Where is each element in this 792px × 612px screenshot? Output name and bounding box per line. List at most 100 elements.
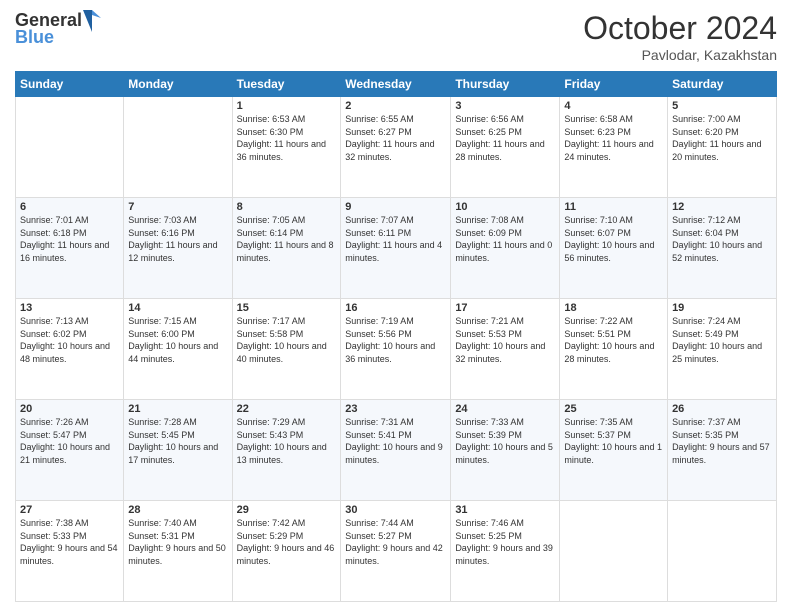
day-number: 23 [345, 403, 446, 415]
calendar-cell: 5Sunrise: 7:00 AMSunset: 6:20 PMDaylight… [668, 97, 777, 198]
calendar-week-row: 6Sunrise: 7:01 AMSunset: 6:18 PMDaylight… [16, 198, 777, 299]
day-number: 21 [128, 403, 227, 415]
calendar-cell: 21Sunrise: 7:28 AMSunset: 5:45 PMDayligh… [124, 400, 232, 501]
calendar-cell: 14Sunrise: 7:15 AMSunset: 6:00 PMDayligh… [124, 299, 232, 400]
day-info: Sunrise: 7:07 AMSunset: 6:11 PMDaylight:… [345, 214, 446, 264]
calendar-cell [16, 97, 124, 198]
weekday-header-friday: Friday [560, 72, 668, 97]
day-number: 4 [564, 100, 663, 112]
day-info: Sunrise: 7:26 AMSunset: 5:47 PMDaylight:… [20, 416, 119, 466]
calendar-week-row: 13Sunrise: 7:13 AMSunset: 6:02 PMDayligh… [16, 299, 777, 400]
day-number: 16 [345, 302, 446, 314]
day-number: 27 [20, 504, 119, 516]
calendar-cell [560, 501, 668, 602]
day-number: 2 [345, 100, 446, 112]
weekday-header-thursday: Thursday [451, 72, 560, 97]
day-info: Sunrise: 7:00 AMSunset: 6:20 PMDaylight:… [672, 113, 772, 163]
calendar-week-row: 20Sunrise: 7:26 AMSunset: 5:47 PMDayligh… [16, 400, 777, 501]
logo-blue: Blue [15, 28, 101, 48]
day-info: Sunrise: 7:15 AMSunset: 6:00 PMDaylight:… [128, 315, 227, 365]
calendar-cell: 27Sunrise: 7:38 AMSunset: 5:33 PMDayligh… [16, 501, 124, 602]
day-number: 3 [455, 100, 555, 112]
day-number: 18 [564, 302, 663, 314]
calendar-cell: 26Sunrise: 7:37 AMSunset: 5:35 PMDayligh… [668, 400, 777, 501]
day-info: Sunrise: 7:31 AMSunset: 5:41 PMDaylight:… [345, 416, 446, 466]
calendar-cell: 20Sunrise: 7:26 AMSunset: 5:47 PMDayligh… [16, 400, 124, 501]
calendar-cell: 2Sunrise: 6:55 AMSunset: 6:27 PMDaylight… [341, 97, 451, 198]
day-info: Sunrise: 7:10 AMSunset: 6:07 PMDaylight:… [564, 214, 663, 264]
logo: General Blue [15, 10, 101, 48]
calendar-cell: 7Sunrise: 7:03 AMSunset: 6:16 PMDaylight… [124, 198, 232, 299]
calendar-cell: 6Sunrise: 7:01 AMSunset: 6:18 PMDaylight… [16, 198, 124, 299]
calendar-cell: 28Sunrise: 7:40 AMSunset: 5:31 PMDayligh… [124, 501, 232, 602]
calendar-cell: 16Sunrise: 7:19 AMSunset: 5:56 PMDayligh… [341, 299, 451, 400]
day-info: Sunrise: 6:56 AMSunset: 6:25 PMDaylight:… [455, 113, 555, 163]
calendar-cell [124, 97, 232, 198]
month-title: October 2024 [583, 10, 777, 47]
calendar-cell: 12Sunrise: 7:12 AMSunset: 6:04 PMDayligh… [668, 198, 777, 299]
calendar-cell: 29Sunrise: 7:42 AMSunset: 5:29 PMDayligh… [232, 501, 341, 602]
calendar-cell: 4Sunrise: 6:58 AMSunset: 6:23 PMDaylight… [560, 97, 668, 198]
day-number: 13 [20, 302, 119, 314]
location: Pavlodar, Kazakhstan [583, 47, 777, 63]
day-number: 15 [237, 302, 337, 314]
day-info: Sunrise: 7:28 AMSunset: 5:45 PMDaylight:… [128, 416, 227, 466]
day-number: 31 [455, 504, 555, 516]
day-number: 10 [455, 201, 555, 213]
calendar-cell: 30Sunrise: 7:44 AMSunset: 5:27 PMDayligh… [341, 501, 451, 602]
day-number: 24 [455, 403, 555, 415]
day-number: 5 [672, 100, 772, 112]
weekday-header-monday: Monday [124, 72, 232, 97]
calendar-cell: 8Sunrise: 7:05 AMSunset: 6:14 PMDaylight… [232, 198, 341, 299]
day-info: Sunrise: 6:58 AMSunset: 6:23 PMDaylight:… [564, 113, 663, 163]
day-info: Sunrise: 7:01 AMSunset: 6:18 PMDaylight:… [20, 214, 119, 264]
weekday-header-wednesday: Wednesday [341, 72, 451, 97]
calendar-cell: 24Sunrise: 7:33 AMSunset: 5:39 PMDayligh… [451, 400, 560, 501]
weekday-header-sunday: Sunday [16, 72, 124, 97]
day-info: Sunrise: 7:08 AMSunset: 6:09 PMDaylight:… [455, 214, 555, 264]
day-info: Sunrise: 7:05 AMSunset: 6:14 PMDaylight:… [237, 214, 337, 264]
day-info: Sunrise: 7:38 AMSunset: 5:33 PMDaylight:… [20, 517, 119, 567]
day-number: 28 [128, 504, 227, 516]
day-info: Sunrise: 7:12 AMSunset: 6:04 PMDaylight:… [672, 214, 772, 264]
calendar-cell: 31Sunrise: 7:46 AMSunset: 5:25 PMDayligh… [451, 501, 560, 602]
day-number: 29 [237, 504, 337, 516]
page: General Blue October 2024 Pavlodar, Kaza… [0, 0, 792, 612]
calendar-cell: 23Sunrise: 7:31 AMSunset: 5:41 PMDayligh… [341, 400, 451, 501]
day-number: 22 [237, 403, 337, 415]
day-info: Sunrise: 7:46 AMSunset: 5:25 PMDaylight:… [455, 517, 555, 567]
day-number: 8 [237, 201, 337, 213]
calendar-cell: 22Sunrise: 7:29 AMSunset: 5:43 PMDayligh… [232, 400, 341, 501]
title-section: October 2024 Pavlodar, Kazakhstan [583, 10, 777, 63]
calendar-cell: 3Sunrise: 6:56 AMSunset: 6:25 PMDaylight… [451, 97, 560, 198]
calendar-cell: 11Sunrise: 7:10 AMSunset: 6:07 PMDayligh… [560, 198, 668, 299]
day-info: Sunrise: 7:03 AMSunset: 6:16 PMDaylight:… [128, 214, 227, 264]
calendar-week-row: 1Sunrise: 6:53 AMSunset: 6:30 PMDaylight… [16, 97, 777, 198]
calendar-week-row: 27Sunrise: 7:38 AMSunset: 5:33 PMDayligh… [16, 501, 777, 602]
day-info: Sunrise: 7:40 AMSunset: 5:31 PMDaylight:… [128, 517, 227, 567]
day-info: Sunrise: 7:22 AMSunset: 5:51 PMDaylight:… [564, 315, 663, 365]
calendar-cell [668, 501, 777, 602]
day-info: Sunrise: 7:33 AMSunset: 5:39 PMDaylight:… [455, 416, 555, 466]
calendar-cell: 15Sunrise: 7:17 AMSunset: 5:58 PMDayligh… [232, 299, 341, 400]
day-number: 7 [128, 201, 227, 213]
header: General Blue October 2024 Pavlodar, Kaza… [15, 10, 777, 63]
day-info: Sunrise: 7:17 AMSunset: 5:58 PMDaylight:… [237, 315, 337, 365]
day-info: Sunrise: 7:29 AMSunset: 5:43 PMDaylight:… [237, 416, 337, 466]
weekday-header-tuesday: Tuesday [232, 72, 341, 97]
day-info: Sunrise: 7:21 AMSunset: 5:53 PMDaylight:… [455, 315, 555, 365]
calendar-table: SundayMondayTuesdayWednesdayThursdayFrid… [15, 71, 777, 602]
calendar-cell: 25Sunrise: 7:35 AMSunset: 5:37 PMDayligh… [560, 400, 668, 501]
weekday-header-row: SundayMondayTuesdayWednesdayThursdayFrid… [16, 72, 777, 97]
day-info: Sunrise: 7:13 AMSunset: 6:02 PMDaylight:… [20, 315, 119, 365]
day-number: 26 [672, 403, 772, 415]
day-number: 30 [345, 504, 446, 516]
day-info: Sunrise: 7:19 AMSunset: 5:56 PMDaylight:… [345, 315, 446, 365]
day-info: Sunrise: 6:53 AMSunset: 6:30 PMDaylight:… [237, 113, 337, 163]
day-info: Sunrise: 6:55 AMSunset: 6:27 PMDaylight:… [345, 113, 446, 163]
day-number: 6 [20, 201, 119, 213]
day-number: 19 [672, 302, 772, 314]
weekday-header-saturday: Saturday [668, 72, 777, 97]
day-number: 12 [672, 201, 772, 213]
calendar-cell: 1Sunrise: 6:53 AMSunset: 6:30 PMDaylight… [232, 97, 341, 198]
